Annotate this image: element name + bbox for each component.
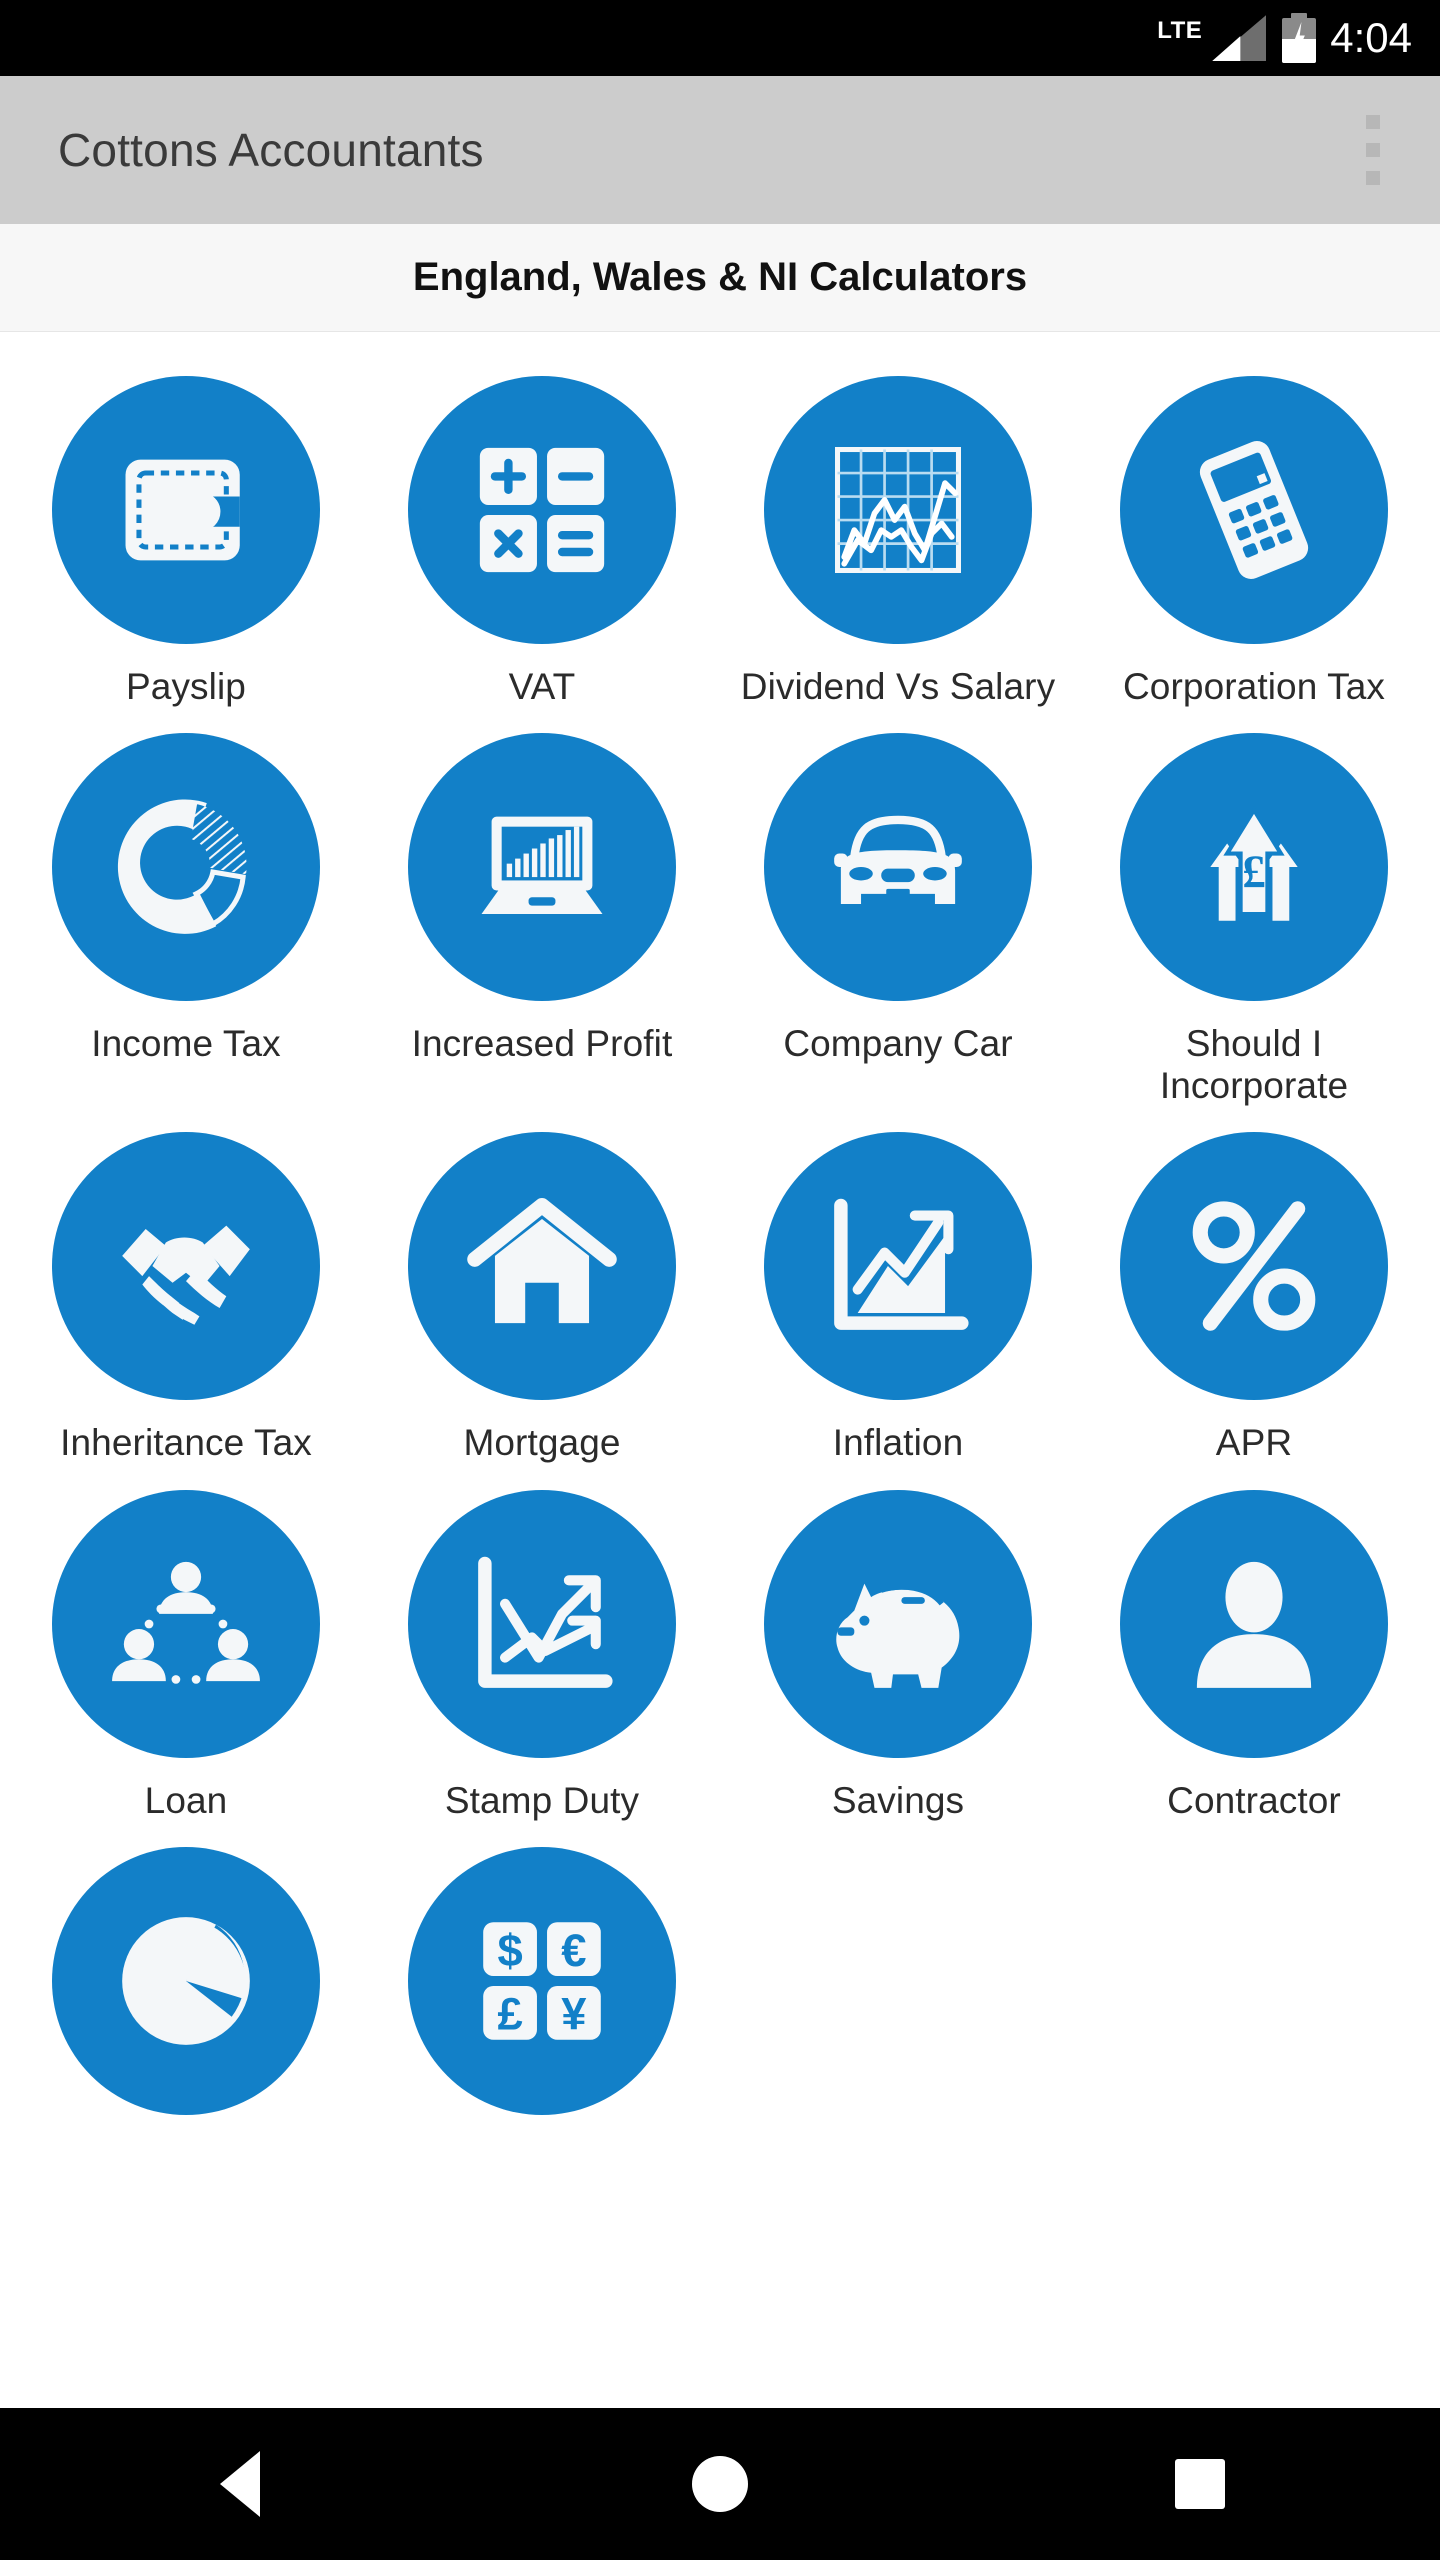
grid-item-label: Increased Profit	[411, 1023, 673, 1065]
grid-item-label: Dividend Vs Salary	[740, 666, 1056, 707]
grid-item-label: Payslip	[126, 666, 246, 707]
house-icon	[408, 1132, 676, 1401]
grid-item-apr[interactable]: APR	[1076, 1118, 1432, 1463]
grid-item-label: Loan	[144, 1779, 228, 1821]
currency-keys-icon: $ € £ ¥	[408, 1847, 676, 2116]
grid-item-mortgage[interactable]: Mortgage	[364, 1118, 720, 1463]
grid-item-label: APR	[1215, 1422, 1293, 1464]
calculator-grid: Payslip VAT Dividend Vs Salary Corporati…	[0, 332, 1440, 2137]
grid-item-payslip[interactable]: Payslip	[8, 362, 364, 707]
donut-chart-icon	[52, 733, 320, 1002]
back-icon[interactable]	[160, 2408, 320, 2560]
recents-icon[interactable]	[1120, 2408, 1280, 2560]
signal-bars-icon	[1212, 15, 1267, 61]
crossing-trends-icon	[408, 1489, 676, 1758]
network-type-indicator: LTE	[1157, 15, 1202, 61]
app-bar: Cottons Accountants	[0, 76, 1440, 224]
grid-item-income-tax[interactable]: Income Tax	[8, 719, 364, 1106]
piggy-bank-icon	[764, 1489, 1032, 1758]
grid-item-label: Mortgage	[463, 1422, 621, 1464]
android-navigation-bar	[0, 2408, 1440, 2560]
grid-item-stamp-duty[interactable]: Stamp Duty	[364, 1476, 720, 1821]
status-icon-group: LTE	[1157, 13, 1317, 63]
handheld-calculator-icon	[1120, 376, 1388, 644]
grid-item-label: Inflation	[832, 1422, 964, 1464]
person-silhouette-icon	[1120, 1489, 1388, 1758]
grid-item-label: VAT	[508, 666, 576, 707]
laptop-bar-chart-icon	[408, 733, 676, 1002]
app-title: Cottons Accountants	[58, 124, 484, 176]
page-title: England, Wales & NI Calculators	[412, 255, 1028, 299]
car-front-icon	[764, 733, 1032, 1002]
calculator-keys-icon	[408, 376, 676, 644]
svg-text:£: £	[497, 1989, 522, 2040]
area-chart-arrow-icon	[764, 1132, 1032, 1401]
grid-item-label: Corporation Tax	[1122, 666, 1386, 707]
grid-item-inflation[interactable]: Inflation	[720, 1118, 1076, 1463]
line-chart-grid-icon	[764, 376, 1032, 644]
svg-text:€: €	[561, 1925, 586, 1976]
grid-item-pie-chart[interactable]	[8, 1833, 364, 2137]
grid-item-contractor[interactable]: Contractor	[1076, 1476, 1432, 1821]
status-bar-clock: 4:04	[1330, 14, 1412, 61]
svg-text:$: $	[497, 1925, 522, 1976]
grid-item-should-i-incorporate[interactable]: £ Should I Incorporate	[1076, 719, 1432, 1106]
battery-charging-icon	[1282, 13, 1317, 63]
overflow-menu-icon[interactable]	[1348, 99, 1398, 201]
grid-item-savings[interactable]: Savings	[720, 1476, 1076, 1821]
subheader-bar: England, Wales & NI Calculators	[0, 224, 1440, 332]
status-bar: LTE 4:04	[0, 0, 1440, 76]
up-arrows-pound-icon: £	[1120, 733, 1388, 1002]
grid-item-currency[interactable]: $ € £ ¥	[364, 1833, 720, 2137]
grid-item-vat[interactable]: VAT	[364, 362, 720, 707]
grid-item-loan[interactable]: Loan	[8, 1476, 364, 1821]
wallet-icon	[52, 376, 320, 644]
grid-item-label: Income Tax	[91, 1023, 281, 1065]
grid-item-dividend-vs-salary[interactable]: Dividend Vs Salary	[720, 362, 1076, 707]
app-screen: LTE 4:04 Cottons Accountants England, Wa…	[0, 0, 1440, 2560]
pie-chart-icon	[52, 1847, 320, 2116]
grid-item-label: Inheritance Tax	[60, 1422, 312, 1464]
grid-item-label: Contractor	[1167, 1779, 1341, 1821]
svg-text:¥: ¥	[561, 1989, 587, 2040]
home-icon[interactable]	[640, 2408, 800, 2560]
grid-item-increased-profit[interactable]: Increased Profit	[364, 719, 720, 1106]
calculator-grid-scroll[interactable]: Payslip VAT Dividend Vs Salary Corporati…	[0, 332, 1440, 2560]
grid-item-label: Savings	[831, 1779, 965, 1821]
svg-text:£: £	[1242, 847, 1266, 899]
handshake-icon	[52, 1132, 320, 1401]
grid-item-inheritance-tax[interactable]: Inheritance Tax	[8, 1118, 364, 1463]
people-network-icon	[52, 1489, 320, 1758]
grid-item-label: Should I Incorporate	[1159, 1023, 1349, 1106]
grid-item-corporation-tax[interactable]: Corporation Tax	[1076, 362, 1432, 707]
percent-icon	[1120, 1132, 1388, 1401]
grid-item-label: Company Car	[783, 1023, 1013, 1065]
grid-item-label: Stamp Duty	[444, 1779, 640, 1821]
lte-label: LTE	[1157, 17, 1203, 44]
grid-item-company-car[interactable]: Company Car	[720, 719, 1076, 1106]
